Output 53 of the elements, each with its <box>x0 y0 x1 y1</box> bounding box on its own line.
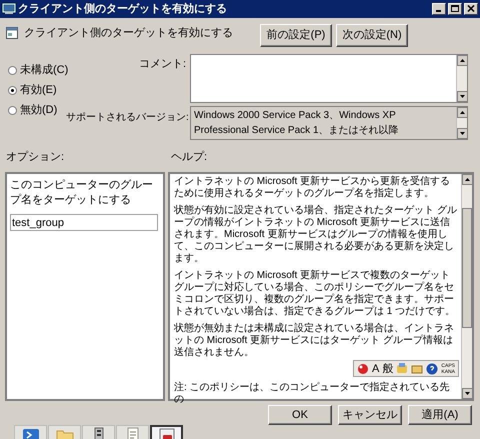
input-mode-text[interactable]: 般 <box>382 360 394 377</box>
radio-label: 有効(E) <box>20 83 57 98</box>
down-arrow-icon <box>460 132 465 135</box>
computer-icon <box>2 2 16 15</box>
radio-label: 無効(D) <box>20 103 58 118</box>
taskbar-button[interactable] <box>14 425 47 439</box>
maximize-icon <box>451 5 459 12</box>
up-arrow-icon <box>460 58 465 62</box>
button[interactable]: 前の設定(P) <box>260 24 332 47</box>
options-label: オプション: <box>5 150 66 166</box>
input-mode-text[interactable]: A <box>372 360 380 377</box>
terminal-icon <box>22 427 40 439</box>
radio-button[interactable] <box>8 106 17 116</box>
scroll-bar[interactable] <box>461 174 472 400</box>
pad-icon <box>396 363 408 374</box>
radio-button[interactable] <box>8 86 17 96</box>
radio-button[interactable] <box>8 66 17 76</box>
help-paragraph: 注: このポリシーは、このコンピューターで指定されている先の <box>174 382 451 406</box>
down-arrow-icon <box>465 392 470 396</box>
scroll-bar[interactable] <box>456 106 467 139</box>
group-name-field[interactable]: test_group <box>10 214 158 232</box>
option-description: このコンピューターのグループ名をターゲットにする <box>10 178 154 208</box>
ball-icon <box>357 362 370 375</box>
help-paragraph: イントラネットの Microsoft 更新サービスで複数のターゲットグループに対応している場合、このポリシーでグループ名をセミコロンで区切り、複数のグループ名を指定できます。サポートされていない場合は、指定できるグループは 1 つだけです。 <box>174 270 456 318</box>
help-paragraph: イントラネットの Microsoft 更新サービスから更新を受信するために使用されるターゲットのグループ名を指定します。 <box>174 176 452 200</box>
maximize-button[interactable] <box>448 2 462 15</box>
up-arrow-icon <box>465 178 470 182</box>
down-arrow-icon <box>460 94 465 98</box>
close-icon <box>467 5 475 12</box>
window-title: クライアント側のターゲットを有効にする <box>18 2 228 17</box>
window-icon <box>158 428 176 439</box>
supported-versions-label: サポートされるバージョン: <box>66 110 190 125</box>
button[interactable]: 次の設定(N) <box>336 24 408 47</box>
taskbar-button[interactable] <box>82 425 115 439</box>
supported-versions-text: Windows 2000 Service Pack 3、Windows XP Professional Service Pack 1、またはそれ以降 <box>193 108 400 138</box>
up-arrow-icon <box>460 110 465 114</box>
radio-label: 未構成(C) <box>20 63 68 78</box>
comment-label: コメント: <box>138 56 187 72</box>
scroll-bar[interactable] <box>456 54 467 102</box>
close-button[interactable] <box>464 2 478 15</box>
help-paragraph: 状態が無効または未構成に設定されている場合は、イントラネットの Microsoft 更新サービスにはターゲット グループ情報は送信されません。 <box>174 323 455 360</box>
button[interactable]: 適用(A) <box>408 405 472 425</box>
button[interactable]: OK <box>268 405 332 425</box>
help-label: ヘルプ: <box>170 150 208 166</box>
policy-name: クライアント側のターゲットを有効にする <box>24 26 233 41</box>
button[interactable]: キャンセル <box>338 405 402 425</box>
box-icon <box>411 363 424 374</box>
minimize-button[interactable] <box>432 2 446 15</box>
help-icon <box>426 362 438 375</box>
policy-icon <box>6 27 18 40</box>
taskbar-button[interactable] <box>150 425 183 439</box>
help-paragraph: 状態が有効に設定されている場合、指定されたターゲット グループの情報がイントラネットの Microsoft 更新サービスに送信されます。Microsoft 更新サービスはグループの情報を使用して、このコンピューターに展開される必要がある更新を決定します。 <box>174 205 458 266</box>
comment-field[interactable] <box>190 54 468 103</box>
